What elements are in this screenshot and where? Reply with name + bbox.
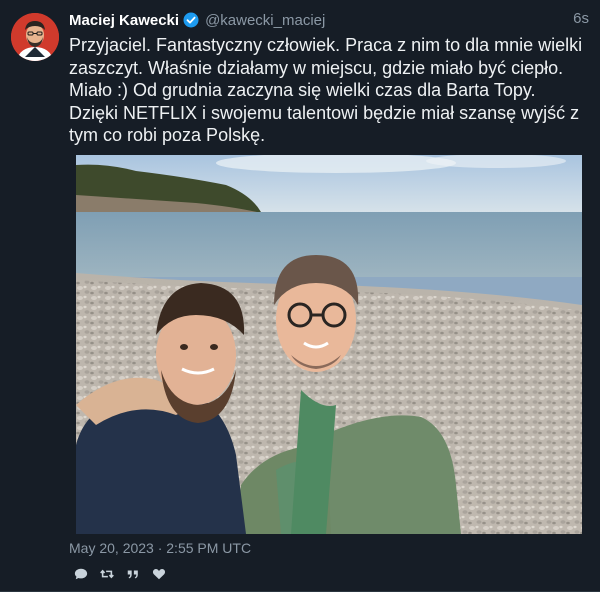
tweet-actions: [68, 565, 172, 583]
tweet-text: Przyjaciel. Fantastyczny człowiek. Praca…: [69, 35, 588, 145]
verified-icon: [183, 12, 199, 28]
retweet-icon: [100, 567, 114, 581]
tweet-date[interactable]: May 20, 2023 · 2:55 PM UTC: [69, 540, 251, 556]
tweet: Maciej Kawecki @kawecki_maciej 6s Przyja…: [0, 0, 600, 592]
retweet-button[interactable]: [94, 565, 120, 583]
quote-icon: [126, 567, 140, 581]
tweet-photo[interactable]: [76, 155, 582, 534]
tweet-time-ago[interactable]: 6s: [573, 10, 589, 27]
reply-button[interactable]: [68, 565, 94, 583]
author-username[interactable]: @kawecki_maciej: [205, 12, 325, 29]
quote-button[interactable]: [120, 565, 146, 583]
reply-icon: [74, 567, 88, 581]
like-button[interactable]: [146, 565, 172, 583]
author-fullname[interactable]: Maciej Kawecki: [69, 12, 179, 29]
avatar[interactable]: [11, 13, 59, 61]
tweet-header: Maciej Kawecki @kawecki_maciej 6s: [69, 10, 589, 30]
like-icon: [152, 567, 166, 581]
